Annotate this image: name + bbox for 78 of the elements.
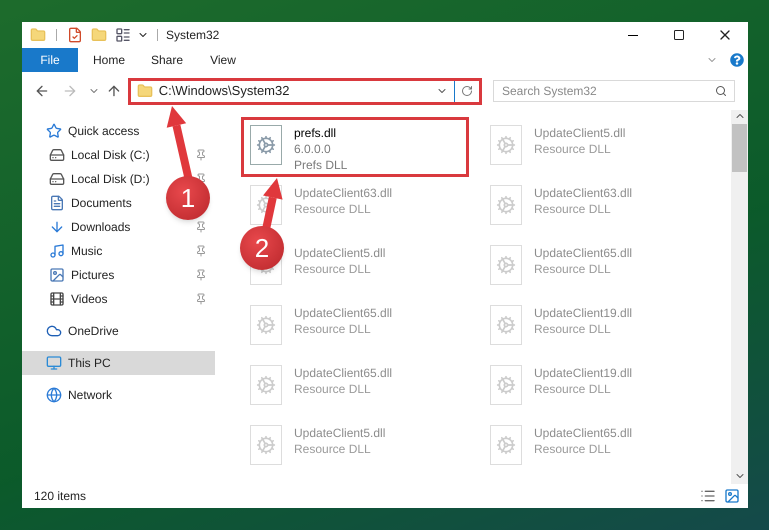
- refresh-icon[interactable]: [461, 85, 473, 97]
- music-note-icon: [49, 243, 65, 259]
- large-icons-view-icon[interactable]: [724, 488, 740, 504]
- search-icon[interactable]: [715, 85, 727, 97]
- scroll-thumb[interactable]: [732, 124, 747, 172]
- file-name: UpdateClient63.dll: [534, 185, 632, 201]
- sidebar-item[interactable]: This PC: [22, 351, 215, 375]
- dll-file-icon: [490, 245, 522, 285]
- file-name: prefs.dll: [294, 125, 338, 141]
- minimize-icon: [628, 34, 638, 36]
- dll-file-icon: [250, 305, 282, 345]
- file-description: Resource DLL: [534, 201, 612, 217]
- sidebar-item[interactable]: Music: [22, 239, 215, 263]
- picture-icon: [49, 267, 65, 283]
- help-icon[interactable]: [730, 53, 744, 67]
- file-description: Resource DLL: [294, 201, 372, 217]
- dll-file-icon: [250, 425, 282, 465]
- file-name: UpdateClient19.dll: [534, 305, 632, 321]
- file-item[interactable]: prefs.dll 6.0.0.0 Prefs DLL: [294, 125, 348, 173]
- folder-icon: [136, 83, 153, 99]
- item-count: 120 items: [34, 488, 86, 505]
- sidebar-item[interactable]: Quick access: [22, 119, 148, 143]
- file-name: UpdateClient65.dll: [294, 365, 392, 381]
- window-title: System32: [166, 27, 220, 44]
- dll-file-icon: [490, 365, 522, 405]
- view-icon[interactable]: [115, 27, 131, 43]
- file-name: UpdateClient65.dll: [534, 245, 632, 261]
- file-description: Resource DLL: [534, 321, 612, 337]
- sidebar-item[interactable]: Network: [22, 383, 120, 407]
- back-icon[interactable]: [34, 83, 50, 99]
- dll-file-icon: [490, 305, 522, 345]
- file-description: Resource DLL: [534, 141, 612, 157]
- sidebar-item[interactable]: Documents: [22, 191, 140, 215]
- file-name: UpdateClient65.dll: [294, 305, 392, 321]
- up-icon[interactable]: [106, 83, 122, 99]
- dll-file-icon: [490, 125, 522, 165]
- file-description: Resource DLL: [534, 261, 612, 277]
- maximize-icon: [673, 29, 685, 41]
- drive-icon: [49, 171, 65, 187]
- drive-icon: [49, 147, 65, 163]
- ribbon-tab[interactable]: File: [22, 48, 78, 72]
- ribbon-tab[interactable]: View: [194, 48, 252, 72]
- cloud-icon: [46, 323, 62, 339]
- sidebar-item[interactable]: Videos: [22, 287, 215, 311]
- sidebar-item[interactable]: Pictures: [22, 263, 215, 287]
- file-description: Resource DLL: [294, 261, 372, 277]
- search-field[interactable]: Search System32: [493, 80, 735, 102]
- properties-icon[interactable]: [67, 27, 83, 43]
- file-description: Resource DLL: [294, 441, 372, 457]
- film-icon: [49, 291, 65, 307]
- dll-file-icon: [250, 365, 282, 405]
- ribbon-tab[interactable]: Home: [78, 48, 136, 72]
- document-icon: [49, 195, 65, 211]
- star-icon: [46, 123, 62, 139]
- ribbon-tab[interactable]: Share: [136, 48, 194, 72]
- file-name: UpdateClient65.dll: [534, 425, 632, 441]
- file-name: UpdateClient5.dll: [294, 425, 386, 441]
- file-name: UpdateClient5.dll: [534, 125, 626, 141]
- dll-file-icon: [490, 185, 522, 225]
- scrollbar[interactable]: [731, 110, 748, 484]
- folder-icon: [30, 27, 46, 43]
- file-name: UpdateClient63.dll: [294, 185, 392, 201]
- sidebar-item[interactable]: Local Disk (C:): [22, 143, 215, 167]
- address-field[interactable]: C:\Windows\System32: [128, 78, 482, 104]
- file-name: UpdateClient5.dll: [294, 245, 386, 261]
- file-version: 6.0.0.0: [294, 141, 332, 157]
- file-description: Resource DLL: [294, 321, 372, 337]
- file-name: UpdateClient19.dll: [534, 365, 632, 381]
- network-icon: [46, 387, 62, 403]
- sidebar-item[interactable]: OneDrive: [22, 319, 127, 343]
- dll-file-icon: [250, 125, 282, 165]
- monitor-icon: [46, 355, 62, 371]
- file-description: Resource DLL: [534, 441, 612, 457]
- dll-file-icon: [490, 425, 522, 465]
- file-description: Prefs DLL: [294, 157, 348, 173]
- details-view-icon[interactable]: [700, 488, 716, 504]
- file-description: Resource DLL: [534, 381, 612, 397]
- file-description: Resource DLL: [294, 381, 372, 397]
